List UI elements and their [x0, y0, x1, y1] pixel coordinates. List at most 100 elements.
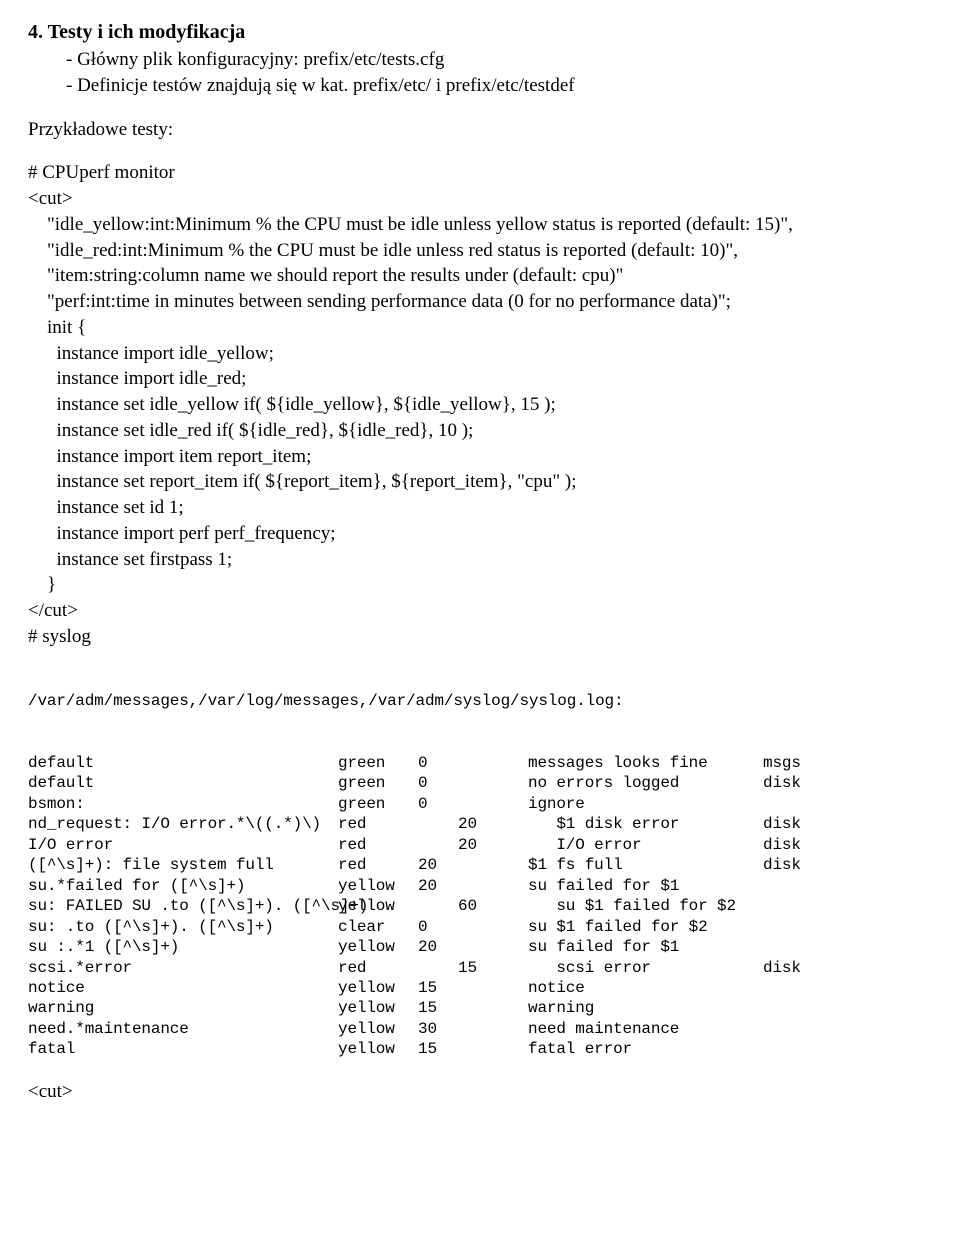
- syslog-rule-row: scsi.*errorred15 scsi errordisk: [28, 958, 932, 978]
- syslog-cell: fatal error: [528, 1039, 763, 1059]
- syslog-cell: [418, 835, 458, 855]
- syslog-cell: [763, 917, 932, 937]
- syslog-cell: 15: [418, 978, 458, 998]
- syslog-cell: 30: [418, 1019, 458, 1039]
- syslog-rule-row: nd_request: I/O error.*\((.*)\)red20 $1 …: [28, 814, 932, 834]
- cut-open: <cut>: [28, 187, 932, 211]
- syslog-cell: 0: [418, 794, 458, 814]
- syslog-cell: [458, 855, 528, 875]
- syslog-cell: notice: [28, 978, 338, 998]
- syslog-cell: su: FAILED SU .to ([^\s]+). ([^\s]+): [28, 896, 338, 916]
- syslog-cell: disk: [763, 835, 932, 855]
- syslog-cell: need maintenance: [528, 1019, 763, 1039]
- syslog-cell: 60: [458, 896, 528, 916]
- syslog-cell: 15: [458, 958, 528, 978]
- syslog-cell: su failed for $1: [528, 937, 763, 957]
- syslog-cell: 20: [418, 876, 458, 896]
- syslog-cell: 20: [418, 937, 458, 957]
- syslog-cell: warning: [528, 998, 763, 1018]
- syslog-cell: red: [338, 814, 418, 834]
- code-line: "perf:int:time in minutes between sendin…: [28, 290, 932, 314]
- syslog-cell: I/O error: [28, 835, 338, 855]
- syslog-cell: ([^\s]+): file system full: [28, 855, 338, 875]
- syslog-cell: su: .to ([^\s]+). ([^\s]+): [28, 917, 338, 937]
- code-line: instance set idle_yellow if( ${idle_yell…: [28, 393, 932, 417]
- syslog-cell: [763, 896, 932, 916]
- syslog-cell: yellow: [338, 937, 418, 957]
- code-line: instance import perf perf_frequency;: [28, 522, 932, 546]
- syslog-cell: [763, 794, 932, 814]
- syslog-cell: notice: [528, 978, 763, 998]
- syslog-rule-row: defaultgreen0messages looks finemsgs: [28, 753, 932, 773]
- syslog-cell: 0: [418, 917, 458, 937]
- syslog-cell: scsi error: [528, 958, 763, 978]
- syslog-cell: [458, 978, 528, 998]
- syslog-cell: yellow: [338, 876, 418, 896]
- syslog-cell: [763, 876, 932, 896]
- syslog-cell: green: [338, 773, 418, 793]
- syslog-cell: 0: [418, 753, 458, 773]
- syslog-cell: [418, 896, 458, 916]
- syslog-cell: disk: [763, 958, 932, 978]
- syslog-cell: no errors logged: [528, 773, 763, 793]
- syslog-cell: [458, 794, 528, 814]
- syslog-cell: yellow: [338, 978, 418, 998]
- syslog-cell: disk: [763, 855, 932, 875]
- code-line: }: [28, 573, 932, 597]
- syslog-cell: warning: [28, 998, 338, 1018]
- code-line: instance set id 1;: [28, 496, 932, 520]
- syslog-cell: 0: [418, 773, 458, 793]
- code-line: init {: [28, 316, 932, 340]
- cut-final: <cut>: [28, 1080, 932, 1104]
- section-title: 4. Testy i ich modyfikacja: [28, 20, 932, 45]
- syslog-cell: [763, 1039, 932, 1059]
- syslog-rule-row: defaultgreen0 no errors loggeddisk: [28, 773, 932, 793]
- syslog-cell: bsmon:: [28, 794, 338, 814]
- syslog-cell: disk: [763, 773, 932, 793]
- syslog-cell: messages looks fine: [528, 753, 763, 773]
- syslog-rule-row: su :.*1 ([^\s]+)yellow20su failed for $1: [28, 937, 932, 957]
- syslog-cell: ignore: [528, 794, 763, 814]
- syslog-cell: [418, 958, 458, 978]
- syslog-rule-row: su.*failed for ([^\s]+)yellow20 su failed…: [28, 876, 932, 896]
- syslog-cell: yellow: [338, 1039, 418, 1059]
- syslog-cell: green: [338, 794, 418, 814]
- syslog-cell: [458, 937, 528, 957]
- code-line: "idle_yellow:int:Minimum % the CPU must …: [28, 213, 932, 237]
- syslog-cell: [763, 978, 932, 998]
- code-line: "idle_red:int:Minimum % the CPU must be …: [28, 239, 932, 263]
- syslog-cell: [458, 773, 528, 793]
- syslog-cell: su failed for $1: [528, 876, 763, 896]
- syslog-rule-row: bsmon:green0 ignore: [28, 794, 932, 814]
- syslog-cell: [763, 998, 932, 1018]
- code-line: instance set idle_red if( ${idle_red}, $…: [28, 419, 932, 443]
- syslog-header: /var/adm/messages,/var/log/messages,/var…: [28, 691, 932, 711]
- bullet-config-file: - Główny plik konfiguracyjny: prefix/etc…: [28, 48, 932, 72]
- bullet-test-defs: - Definicje testów znajdują się w kat. p…: [28, 74, 932, 98]
- syslog-cell: [458, 1039, 528, 1059]
- code-line: instance import idle_yellow;: [28, 342, 932, 366]
- syslog-comment: # syslog: [28, 625, 932, 649]
- cpu-comment: # CPUperf monitor: [28, 161, 932, 185]
- syslog-rule-row: su: .to ([^\s]+). ([^\s]+)clear0su $1 fa…: [28, 917, 932, 937]
- syslog-cell: su $1 failed for $2: [528, 896, 763, 916]
- syslog-cell: su.*failed for ([^\s]+): [28, 876, 338, 896]
- code-line: instance set firstpass 1;: [28, 548, 932, 572]
- syslog-cell: msgs: [763, 753, 932, 773]
- syslog-cell: yellow: [338, 896, 418, 916]
- syslog-cell: 20: [458, 814, 528, 834]
- code-line: instance import item report_item;: [28, 445, 932, 469]
- syslog-rule-row: ([^\s]+): file system fullred20$1 fs ful…: [28, 855, 932, 875]
- cut-close: </cut>: [28, 599, 932, 623]
- syslog-cell: [763, 937, 932, 957]
- syslog-cell: I/O error: [528, 835, 763, 855]
- syslog-cell: yellow: [338, 1019, 418, 1039]
- examples-label: Przykładowe testy:: [28, 118, 932, 142]
- syslog-cell: yellow: [338, 998, 418, 1018]
- syslog-rule-row: noticeyellow15notice: [28, 978, 932, 998]
- syslog-cell: [458, 876, 528, 896]
- syslog-cell: fatal: [28, 1039, 338, 1059]
- syslog-rule-row: fatalyellow15fatal error: [28, 1039, 932, 1059]
- syslog-cell: disk: [763, 814, 932, 834]
- syslog-cell: default: [28, 773, 338, 793]
